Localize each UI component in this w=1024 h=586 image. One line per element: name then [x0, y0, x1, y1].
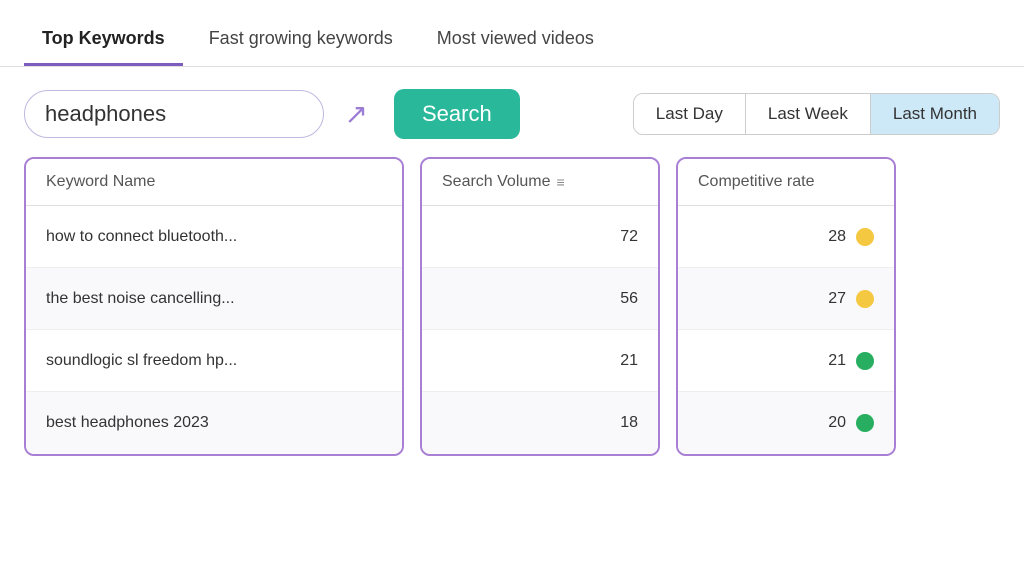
- rate-row-2: 27: [678, 268, 894, 330]
- rate-row-1: 28: [678, 206, 894, 268]
- keyword-row-2: the best noise cancelling...: [26, 268, 402, 330]
- volume-row-2: 56: [422, 268, 658, 330]
- rate-dot-2: [856, 290, 874, 308]
- keyword-column-header: Keyword Name: [26, 159, 402, 206]
- keyword-row-3: soundlogic sl freedom hp...: [26, 330, 402, 392]
- search-row: ↗ Search Last Day Last Week Last Month: [0, 67, 1024, 157]
- volume-row-3: 21: [422, 330, 658, 392]
- period-group: Last Day Last Week Last Month: [633, 93, 1000, 135]
- keyword-row-4: best headphones 2023: [26, 392, 402, 454]
- table-area: Keyword Name how to connect bluetooth...…: [0, 157, 1024, 456]
- tabs-bar: Top Keywords Fast growing keywords Most …: [0, 0, 1024, 67]
- rate-row-4: 20: [678, 392, 894, 454]
- rate-dot-1: [856, 228, 874, 246]
- search-input[interactable]: [24, 90, 324, 138]
- volume-column: Search Volume ≡ 72 56 21 18: [420, 157, 660, 456]
- rate-dot-3: [856, 352, 874, 370]
- rate-dot-4: [856, 414, 874, 432]
- keyword-row-1: how to connect bluetooth...: [26, 206, 402, 268]
- arrow-indicator-icon: ↗: [345, 98, 368, 131]
- period-last-day-button[interactable]: Last Day: [634, 94, 746, 134]
- rate-column-header: Competitive rate: [678, 159, 894, 206]
- volume-column-header: Search Volume ≡: [422, 159, 658, 206]
- period-last-month-button[interactable]: Last Month: [871, 94, 999, 134]
- rate-column: Competitive rate 28 27 21 20: [676, 157, 896, 456]
- search-input-wrap: ↗: [24, 90, 324, 138]
- volume-row-4: 18: [422, 392, 658, 454]
- tab-most-viewed[interactable]: Most viewed videos: [419, 18, 612, 66]
- tab-top-keywords[interactable]: Top Keywords: [24, 18, 183, 66]
- volume-row-1: 72: [422, 206, 658, 268]
- search-button[interactable]: Search: [394, 89, 520, 139]
- period-last-week-button[interactable]: Last Week: [746, 94, 871, 134]
- filter-icon: ≡: [557, 174, 565, 190]
- tab-fast-growing[interactable]: Fast growing keywords: [191, 18, 411, 66]
- rate-row-3: 21: [678, 330, 894, 392]
- keyword-column: Keyword Name how to connect bluetooth...…: [24, 157, 404, 456]
